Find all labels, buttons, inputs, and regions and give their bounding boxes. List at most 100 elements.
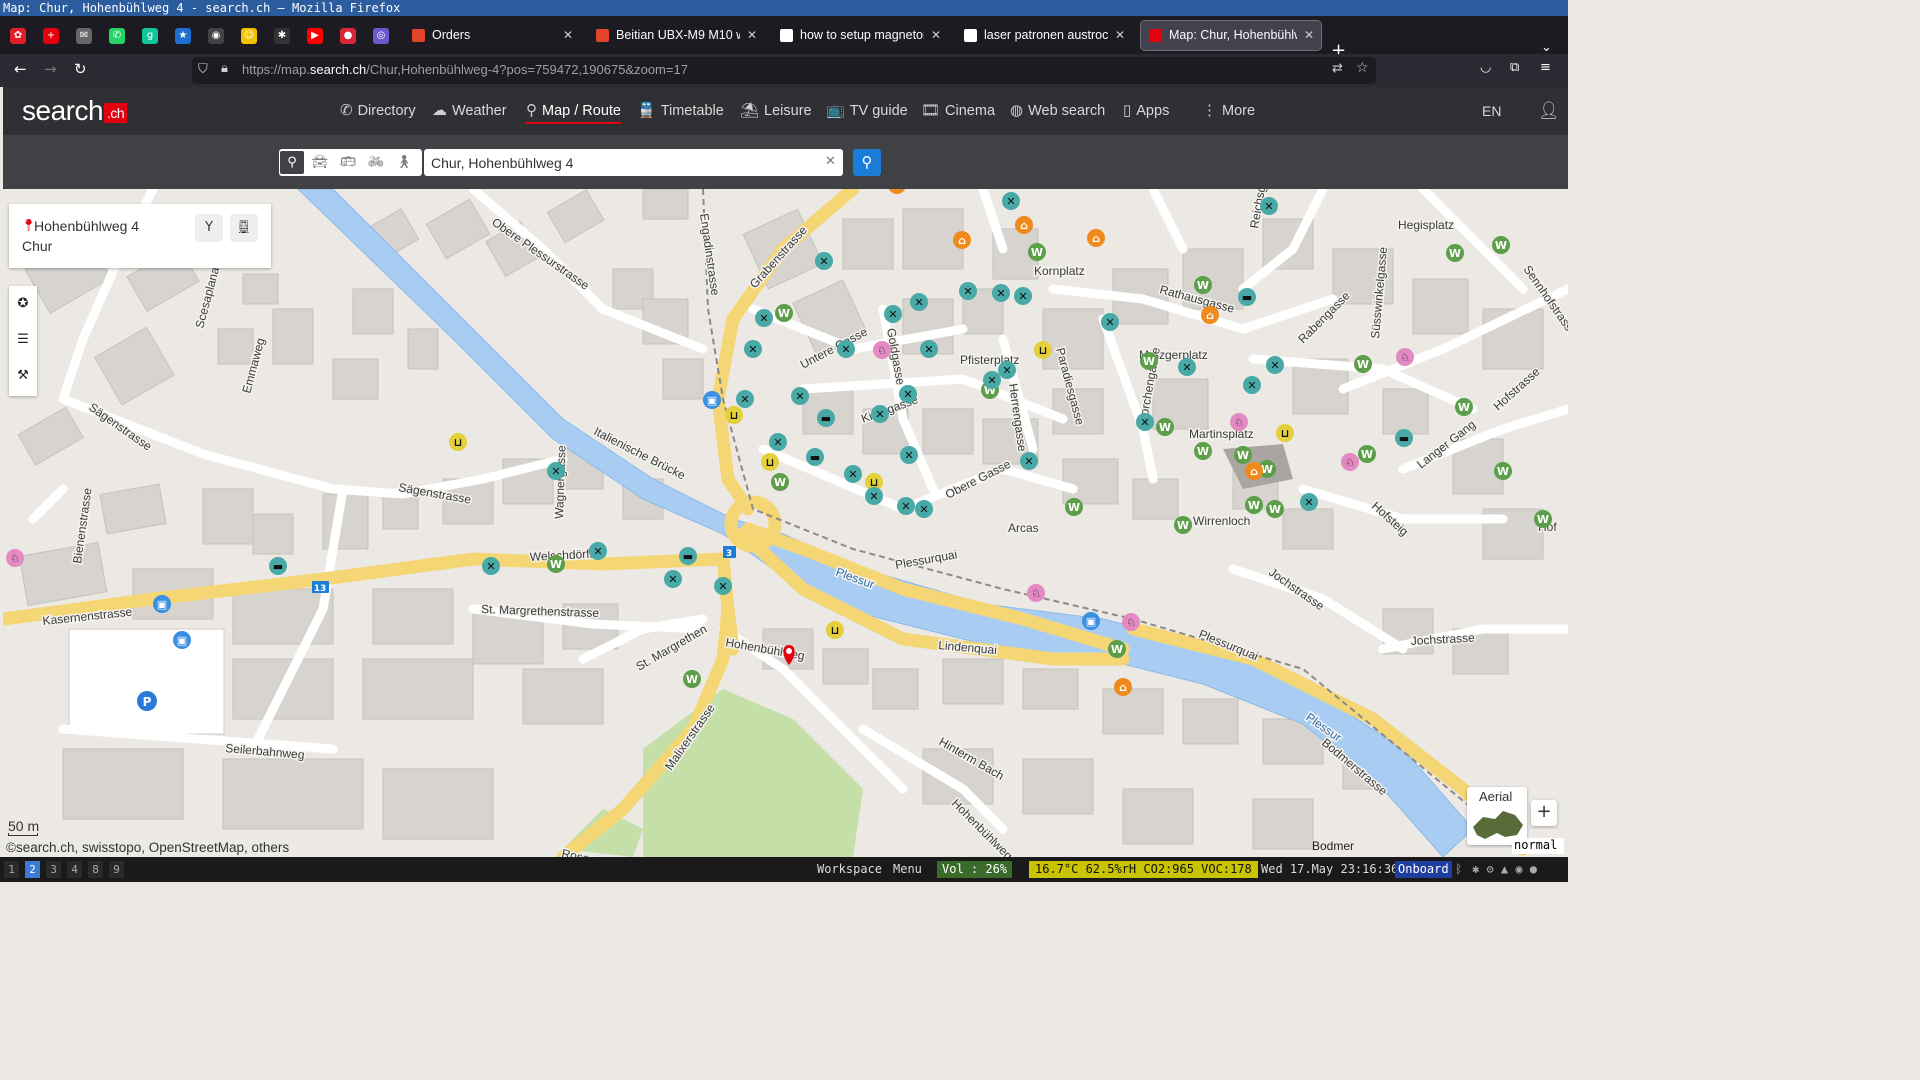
restaurant-marker[interactable]: ✕ [589, 542, 607, 560]
workspace-button[interactable]: 4 [67, 861, 82, 878]
close-tab-icon[interactable]: ✕ [1115, 21, 1125, 50]
youtube-icon[interactable]: ▶ [307, 28, 323, 44]
volume-indicator[interactable]: Vol : 26% [937, 861, 1013, 878]
translate-icon[interactable]: ⇄ [1332, 61, 1343, 76]
menu-label[interactable]: Menu [893, 861, 922, 878]
wine-bar-marker[interactable]: W [1245, 496, 1263, 514]
wine-bar-marker[interactable]: W [1234, 446, 1252, 464]
extensions-icon[interactable]: ⧉ [1510, 60, 1519, 75]
wine-bar-marker[interactable]: W [683, 670, 701, 688]
nav-more[interactable]: ⋮ More [1202, 101, 1255, 119]
aerial-view-toggle[interactable]: Aerial [1467, 787, 1527, 845]
wine-bar-marker[interactable]: W [1108, 640, 1126, 658]
restaurant-marker[interactable]: ✕ [900, 446, 918, 464]
wine-bar-marker[interactable]: W [1194, 442, 1212, 460]
restaurant-marker[interactable]: ✕ [1300, 493, 1318, 511]
restaurant-marker[interactable]: ✕ [769, 433, 787, 451]
restaurant-marker[interactable]: ✕ [1243, 376, 1261, 394]
search-button[interactable]: ⚲ [853, 149, 881, 176]
lock-icon[interactable]: 🔒︎ [221, 61, 228, 76]
workspace-label[interactable]: Workspace [817, 861, 882, 878]
restaurant-marker[interactable]: ✕ [664, 570, 682, 588]
workspace-button[interactable]: 1 [4, 861, 19, 878]
restaurant-marker[interactable]: ✕ [755, 309, 773, 327]
hotel-marker[interactable]: ▬ [1395, 429, 1413, 447]
wine-bar-marker[interactable]: W [771, 473, 789, 491]
restaurant-marker[interactable]: ✕ [837, 340, 855, 358]
github-icon[interactable]: ◉ [208, 28, 224, 44]
restaurant-marker[interactable]: ✕ [983, 371, 1001, 389]
search-input[interactable] [424, 149, 843, 176]
restaurant-marker[interactable]: ✕ [899, 385, 917, 403]
wine-bar-marker[interactable]: W [1028, 243, 1046, 261]
restaurant-marker[interactable]: ✕ [1178, 358, 1196, 376]
restaurant-marker[interactable]: ✕ [1260, 197, 1278, 215]
huawei-icon[interactable]: ✿ [10, 28, 26, 44]
layers-button[interactable]: ☰ [9, 322, 37, 358]
nav-tv-guide[interactable]: 📺 TV guide [826, 101, 908, 119]
shop-marker[interactable]: ⊔ [1276, 424, 1294, 442]
restaurant-marker[interactable]: ✕ [915, 500, 933, 518]
wine-bar-marker[interactable]: W [1492, 236, 1510, 254]
shop-marker[interactable]: ⊔ [449, 433, 467, 451]
whatsapp-icon[interactable]: ✆ [109, 28, 125, 44]
nav-apps[interactable]: ▯ Apps [1123, 101, 1169, 119]
hotel-marker[interactable]: ▬ [806, 448, 824, 466]
wine-bar-marker[interactable]: W [1358, 445, 1376, 463]
wine-bar-marker[interactable]: W [1534, 510, 1552, 528]
grammarly-icon[interactable]: g [142, 28, 158, 44]
restaurant-marker[interactable]: ✕ [865, 487, 883, 505]
browser-tab[interactable]: laser patronen austrockn ✕ [956, 21, 1132, 50]
wine-bar-marker[interactable]: W [1194, 276, 1212, 294]
culture-marker[interactable]: ♘ [1230, 413, 1248, 431]
culture-marker[interactable]: ♘ [1341, 453, 1359, 471]
restaurant-marker[interactable]: ✕ [910, 293, 928, 311]
nav-leisure[interactable]: ⛱ Leisure [740, 101, 812, 119]
tab-list-icon[interactable]: ⌄ [1541, 40, 1552, 55]
culture-marker[interactable]: ♘ [6, 549, 24, 567]
tray-icons[interactable]: ✱ ⚙ ▲ ◉ ● [1472, 861, 1537, 878]
restaurant-marker[interactable]: ✕ [1002, 192, 1020, 210]
language-switch[interactable]: EN [1482, 103, 1501, 119]
wine-bar-marker[interactable]: W [1156, 418, 1174, 436]
browser-tab[interactable]: Map: Chur, Hohenbühlwe ✕ [1140, 20, 1322, 51]
restaurant-marker[interactable]: ✕ [992, 284, 1010, 302]
nav-timetable[interactable]: 🚆 Timetable [637, 101, 724, 119]
nav-cinema[interactable]: 🎞 Cinema [921, 101, 995, 119]
swiss-flag-icon[interactable]: + [43, 28, 59, 44]
restaurant-marker[interactable]: ✕ [1014, 287, 1032, 305]
close-tab-icon[interactable]: ✕ [931, 21, 941, 50]
reload-icon[interactable]: ↻ [74, 60, 87, 78]
location-mode-icon[interactable]: ⚲ [280, 151, 304, 174]
culture-marker[interactable]: ♘ [1122, 613, 1140, 631]
shield-icon[interactable]: ⛉ [198, 62, 208, 77]
close-tab-icon[interactable]: ✕ [747, 21, 757, 50]
search-ch-logo[interactable]: search .ch [22, 95, 128, 127]
pocket-icon[interactable]: ◡ [1480, 60, 1491, 75]
shop-marker[interactable]: ⊔ [1034, 341, 1052, 359]
nav-map-route[interactable]: ⚲ Map / Route [526, 101, 621, 124]
bus-stop-marker[interactable]: ⌂ [1015, 216, 1033, 234]
restaurant-marker[interactable]: ✕ [736, 390, 754, 408]
directions-button[interactable]: Y [195, 214, 223, 242]
transit-stop-marker[interactable]: ▣ [1082, 612, 1100, 630]
restaurant-marker[interactable]: ✕ [482, 557, 500, 575]
restaurant-marker[interactable]: ✕ [844, 465, 862, 483]
restaurant-marker[interactable]: ✕ [998, 361, 1016, 379]
nav-web-search[interactable]: ◍ Web search [1010, 101, 1105, 119]
close-tab-icon[interactable]: ✕ [1304, 21, 1314, 50]
browser-tab[interactable]: Orders ✕ [404, 21, 580, 50]
restaurant-marker[interactable]: ✕ [959, 282, 977, 300]
culture-marker[interactable]: ♘ [1027, 584, 1045, 602]
wine-bar-marker[interactable]: W [1446, 244, 1464, 262]
star-bookmark-icon[interactable]: ★ [175, 28, 191, 44]
culture-marker[interactable]: ♘ [1396, 348, 1414, 366]
onboard-label[interactable]: Onboard [1395, 861, 1452, 878]
restaurant-marker[interactable]: ✕ [920, 340, 938, 358]
wine-bar-marker[interactable]: W [1494, 462, 1512, 480]
transit-stop-marker[interactable]: ▣ [173, 631, 191, 649]
hotel-marker[interactable]: ▬ [679, 547, 697, 565]
shop-marker[interactable]: ⊔ [761, 453, 779, 471]
bus-stop-marker[interactable]: ⌂ [1087, 229, 1105, 247]
wine-bar-marker[interactable]: W [547, 555, 565, 573]
